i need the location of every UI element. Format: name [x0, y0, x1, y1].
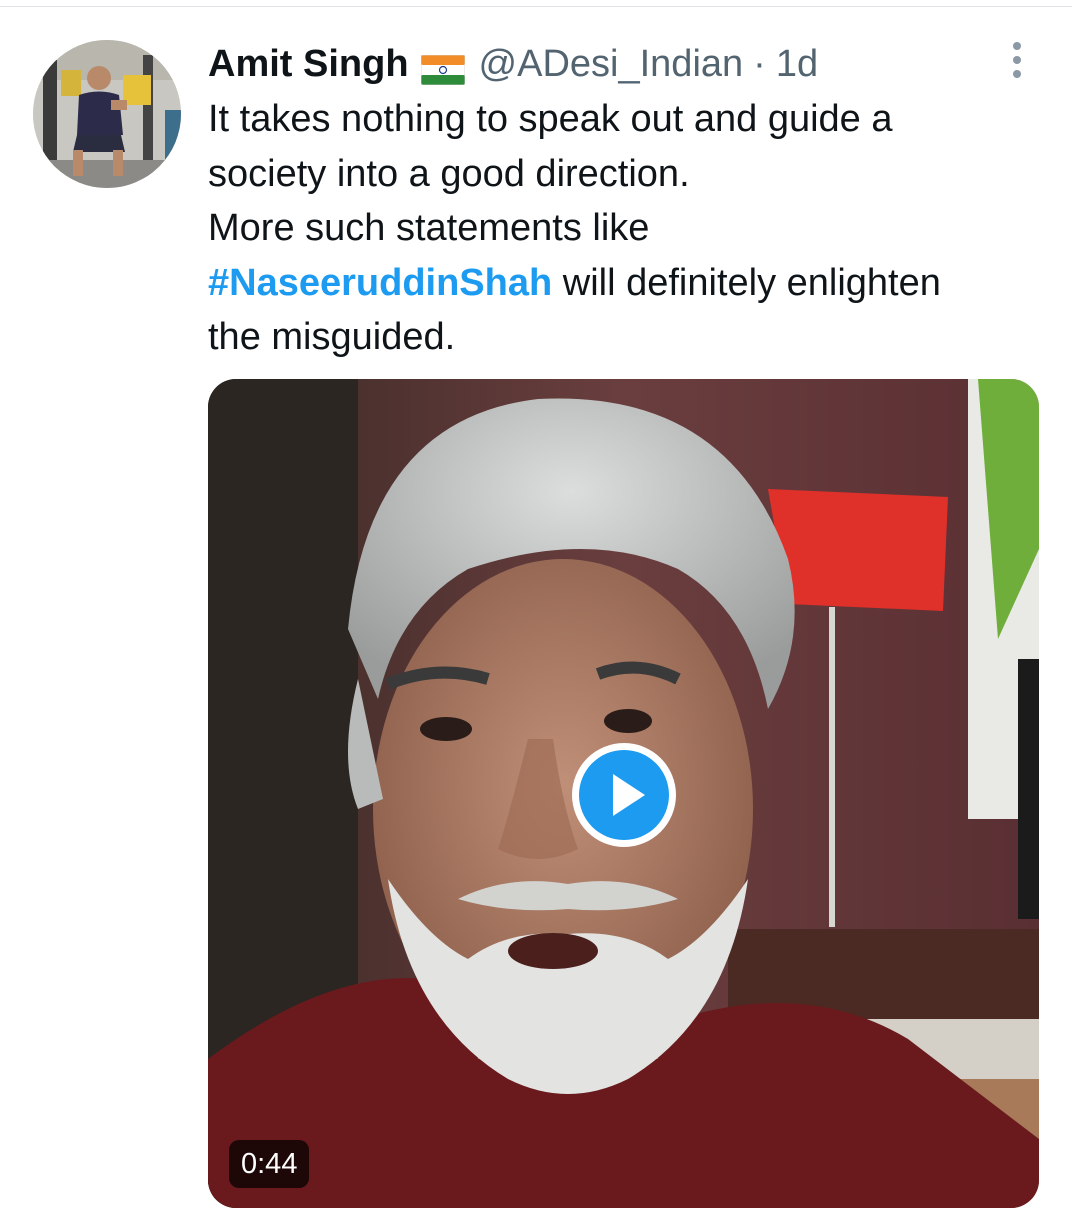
tweet-text-line: More such statements like — [208, 207, 650, 249]
play-icon — [572, 743, 676, 847]
play-button[interactable] — [570, 741, 678, 849]
tweet-text-line: society into a good direction. — [208, 152, 690, 195]
more-options-button[interactable] — [1004, 40, 1030, 80]
display-name[interactable]: Amit Singh — [208, 40, 409, 88]
more-vertical-icon — [1013, 42, 1021, 78]
avatar[interactable] — [33, 40, 181, 188]
tweet-header: Amit Singh @ADesi_Indian · 1d — [208, 40, 818, 88]
tweet-text-line: #NaseeruddinShah will definitely enlight… — [208, 256, 1048, 311]
tweet-text-fragment: will definitely enlighten — [552, 261, 941, 304]
tweet[interactable]: Amit Singh @ADesi_Indian · 1d It takes n… — [0, 0, 1072, 1208]
author-handle[interactable]: @ADesi_Indian — [479, 40, 744, 88]
hashtag-link[interactable]: #NaseeruddinShah — [208, 262, 552, 304]
tweet-text: It takes nothing to speak out and guide … — [208, 92, 1048, 365]
header-separator: · — [753, 43, 766, 85]
india-flag-icon — [420, 49, 465, 86]
tweet-timestamp[interactable]: 1d — [776, 40, 818, 88]
video-duration-badge: 0:44 — [229, 1140, 310, 1188]
tweet-text-line: the misguided. — [208, 316, 456, 358]
tweet-text-line: It takes nothing to speak out and guide … — [208, 98, 893, 140]
